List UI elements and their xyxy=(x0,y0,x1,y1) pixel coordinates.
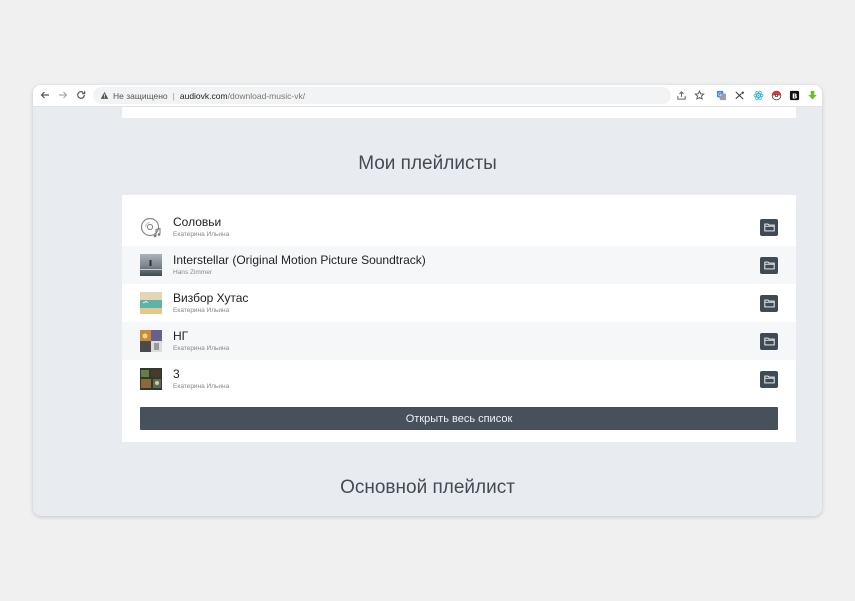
url-host: audiovk.com xyxy=(179,90,228,101)
open-playlist-button[interactable] xyxy=(760,219,778,236)
warning-triangle-icon[interactable] xyxy=(100,91,109,100)
playlist-owner: Екатерина Ильина xyxy=(173,345,230,352)
address-bar[interactable]: Не защищено | audiovk.com/download-music… xyxy=(93,87,671,104)
url-path: /download-music-vk/ xyxy=(227,90,306,101)
folder-icon xyxy=(763,375,775,384)
browser-toolbar: Не защищено | audiovk.com/download-music… xyxy=(33,85,822,107)
page-content: Мои плейлисты Соловьи Екатерина Ильина I… xyxy=(33,107,822,516)
playlist-owner: Екатерина Ильина xyxy=(173,231,230,238)
my-playlists-card: Соловьи Екатерина Ильина Interstellar (O… xyxy=(122,195,796,442)
browser-window: Не защищено | audiovk.com/download-music… xyxy=(33,85,822,516)
folder-icon xyxy=(763,299,775,308)
svg-text:G: G xyxy=(718,92,722,98)
previous-card-bottom xyxy=(122,107,796,118)
playlist-row[interactable]: 3 Екатерина Ильина xyxy=(122,360,796,398)
playlist-cover xyxy=(140,254,162,276)
folder-icon xyxy=(763,261,775,270)
open-playlist-button[interactable] xyxy=(760,257,778,274)
playlist-title[interactable]: Визбор Хутас xyxy=(173,291,248,305)
arrow-right-icon xyxy=(59,91,68,99)
playlist-title[interactable]: НГ xyxy=(173,329,188,343)
open-playlist-button[interactable] xyxy=(760,371,778,388)
b-icon[interactable]: B xyxy=(788,89,800,101)
main-playlist-title: Основной плейлист xyxy=(340,477,515,498)
folder-icon xyxy=(763,337,775,346)
open-playlist-button[interactable] xyxy=(760,333,778,350)
playlist-row[interactable]: Визбор Хутас Екатерина Ильина xyxy=(122,284,796,322)
back-button[interactable] xyxy=(39,89,51,101)
star-icon[interactable] xyxy=(693,89,705,101)
reload-icon xyxy=(77,91,86,99)
open-playlist-button[interactable] xyxy=(760,295,778,312)
disc-music-icon xyxy=(140,216,162,238)
folder-icon xyxy=(763,223,775,232)
playlist-owner: Hans Zimmer xyxy=(173,269,213,276)
my-playlists-title: Мои плейлисты xyxy=(358,153,497,174)
address-separator: | xyxy=(172,90,175,101)
arrow-left-icon xyxy=(40,91,49,99)
svg-text:B: B xyxy=(792,92,797,100)
reload-button[interactable] xyxy=(75,89,87,101)
playlist-row[interactable]: Соловьи Екатерина Ильина xyxy=(122,208,796,246)
playlist-title[interactable]: 3 xyxy=(173,367,180,381)
playlist-owner: Екатерина Ильина xyxy=(173,383,230,390)
playlist-cover xyxy=(140,368,162,390)
playlist-title[interactable]: Interstellar (Original Motion Picture So… xyxy=(173,253,426,267)
forward-button[interactable] xyxy=(57,89,69,101)
playlist-cover xyxy=(140,292,162,314)
playlist-row[interactable]: НГ Екатерина Ильина xyxy=(122,322,796,360)
playlist-row[interactable]: Interstellar (Original Motion Picture So… xyxy=(122,246,796,284)
scissors-icon[interactable] xyxy=(733,89,745,101)
security-label[interactable]: Не защищено xyxy=(113,91,168,101)
pokeball-icon[interactable] xyxy=(770,89,782,101)
translate-icon[interactable]: G xyxy=(715,89,727,101)
react-icon[interactable] xyxy=(752,89,764,101)
playlist-owner: Екатерина Ильина xyxy=(173,307,230,314)
share-icon[interactable] xyxy=(675,89,687,101)
playlist-cover xyxy=(140,330,162,352)
playlist-title[interactable]: Соловьи xyxy=(173,215,221,229)
download-arrow-icon[interactable] xyxy=(806,89,818,101)
open-all-button[interactable]: Открыть весь список xyxy=(140,407,778,430)
